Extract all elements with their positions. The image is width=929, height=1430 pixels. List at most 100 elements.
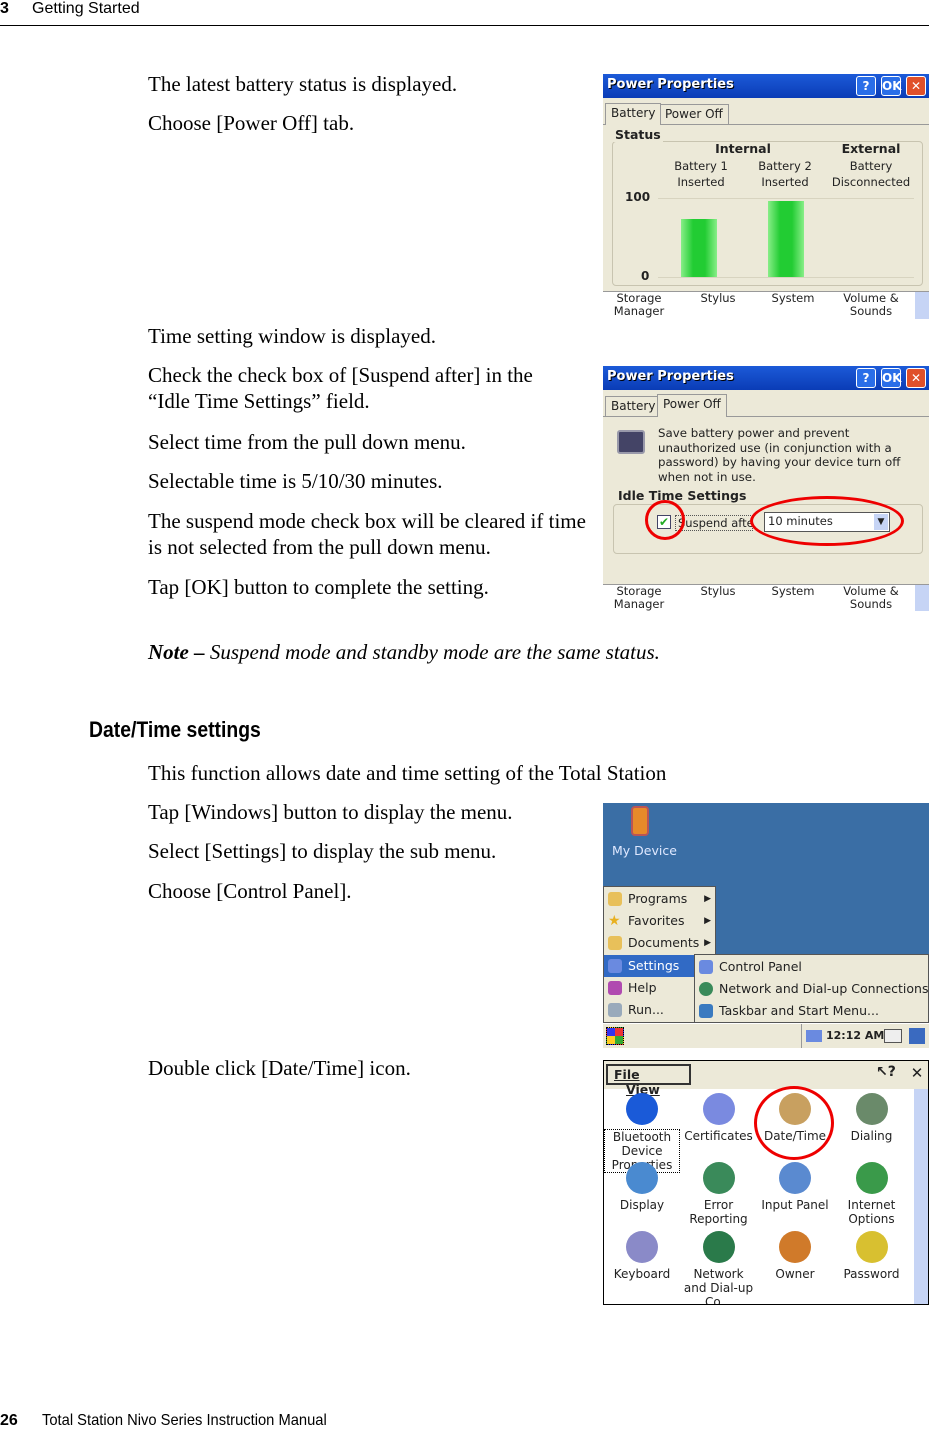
control-panel-strip: Storage Manager Stylus System Volume & S… (603, 291, 929, 319)
control-panel-item-label: Display (619, 1198, 665, 1212)
help-button[interactable]: ? (856, 368, 876, 388)
external-label: External (841, 141, 901, 156)
control-panel-item-icon (702, 1231, 735, 1263)
control-panel-item-label: Password (843, 1267, 900, 1281)
storage-manager-item[interactable]: Storage Manager (609, 292, 669, 318)
control-panel-item-label: Network and Dial-up Co... (683, 1267, 754, 1305)
window-title: Power Properties (607, 369, 734, 384)
paragraph: Choose [Power Off] tab. (148, 111, 355, 135)
my-device-icon[interactable] (631, 806, 649, 836)
control-panel-strip: Storage Manager Stylus System Volume & S… (603, 584, 929, 611)
highlight-circle (645, 500, 685, 540)
help-book-icon (608, 981, 622, 995)
control-panel-item-label: Owner (775, 1267, 815, 1281)
control-panel-item[interactable]: Keyboard (604, 1231, 680, 1281)
menu-bar: File View ↖? ✕ (604, 1061, 928, 1097)
paragraph: The latest battery status is displayed. (148, 72, 458, 96)
menu-documents[interactable]: Documents ▶ (604, 932, 715, 954)
power-off-screenshot: Power Properties ? OK ✕ Battery Power Of… (603, 366, 929, 611)
axis-max: 100 (625, 190, 651, 204)
external-battery-label: Battery Disconnected (831, 159, 911, 189)
system-item[interactable]: System (768, 585, 818, 598)
desktop-icon[interactable] (909, 1028, 925, 1044)
menu-file[interactable]: File (614, 1067, 640, 1082)
paragraph: Tap [OK] button to complete the setting. (148, 575, 489, 599)
paragraph: Tap [Windows] button to display the menu… (148, 800, 513, 824)
tab-battery[interactable]: Battery (605, 103, 662, 125)
scrollbar[interactable] (914, 1089, 928, 1304)
suspend-label[interactable]: Suspend after (675, 515, 753, 531)
windows-start-button[interactable] (606, 1027, 624, 1045)
scrollbar[interactable] (915, 292, 929, 319)
control-panel-item-label: Keyboard (613, 1267, 671, 1281)
paragraph: Selectable time is 5/10/30 minutes. (148, 469, 443, 493)
control-panel-item-label: Certificates (684, 1129, 753, 1143)
menu-favorites[interactable]: ★ Favorites ▶ (604, 910, 715, 932)
clock[interactable]: 12:12 AM (826, 1029, 884, 1042)
help-pointer-icon[interactable]: ↖? (876, 1064, 898, 1085)
close-button[interactable]: ✕ (906, 76, 926, 96)
menu-help[interactable]: Help (604, 977, 694, 999)
close-icon[interactable]: ✕ (907, 1064, 927, 1085)
menu-run[interactable]: Run... (604, 999, 694, 1021)
menu-settings[interactable]: Settings (604, 955, 694, 977)
network-icon (699, 982, 713, 996)
control-panel-item[interactable]: Password (834, 1231, 910, 1281)
stylus-item[interactable]: Stylus (693, 585, 743, 598)
settings-icon (608, 959, 622, 973)
window-title: Power Properties (607, 77, 734, 92)
volume-item[interactable]: Volume & Sounds (836, 292, 906, 318)
battery-2-label: Battery 2 Inserted (758, 159, 812, 189)
chapter-title: Getting Started (32, 0, 140, 17)
paragraph: Double click [Date/Time] icon. (148, 1056, 411, 1080)
control-panel-item[interactable]: Bluetooth Device Properties (604, 1093, 680, 1173)
control-panel-item-icon (779, 1231, 811, 1263)
volume-item[interactable]: Volume & Sounds (836, 585, 906, 611)
tab-battery[interactable]: Battery (605, 396, 662, 416)
control-panel-item[interactable]: Certificates (681, 1093, 757, 1143)
network-status-icon[interactable] (806, 1030, 822, 1042)
ok-button[interactable]: OK (881, 76, 902, 96)
control-panel-item[interactable]: Internet Options (834, 1162, 910, 1226)
keyboard-icon[interactable] (884, 1029, 902, 1043)
chapter-number: 3 (0, 0, 9, 17)
menu-control-panel[interactable]: Control Panel (695, 956, 802, 978)
control-panel-screenshot: File View ↖? ✕ Bluetooth Device Properti… (603, 1060, 929, 1305)
control-panel-item[interactable]: Network and Dial-up Co... (681, 1231, 757, 1305)
note-text: Suspend mode and standby mode are the sa… (204, 640, 660, 664)
control-panel-item[interactable]: Dialing (834, 1093, 910, 1143)
taskbar-icon (699, 1004, 713, 1018)
control-panel-item[interactable]: Owner (757, 1231, 833, 1281)
menu-network[interactable]: Network and Dial-up Connections (695, 978, 928, 1000)
tab-power-off[interactable]: Power Off (657, 394, 727, 417)
system-item[interactable]: System (768, 292, 818, 305)
scrollbar[interactable] (915, 585, 929, 611)
settings-submenu: Control Panel Network and Dial-up Connec… (694, 954, 929, 1023)
control-panel-item[interactable]: Error Reporting (681, 1162, 757, 1226)
help-button[interactable]: ? (856, 76, 876, 96)
control-panel-item[interactable]: Input Panel (757, 1162, 833, 1212)
control-panel-item-icon (855, 1093, 888, 1125)
paragraph: The suspend mode check box will be clear… (148, 509, 586, 559)
status-label: Status (613, 127, 663, 142)
control-panel-item-label: Error Reporting (689, 1198, 748, 1226)
stylus-item[interactable]: Stylus (693, 292, 743, 305)
menu-programs[interactable]: Programs ▶ (604, 888, 715, 910)
ok-button[interactable]: OK (881, 368, 902, 388)
control-panel-item-icon (626, 1231, 658, 1263)
paragraph: Choose [Control Panel]. (148, 879, 352, 903)
laptop-icon (617, 430, 645, 454)
battery-screenshot: Power Properties ? OK ✕ Battery Power Of… (603, 74, 929, 319)
close-button[interactable]: ✕ (906, 368, 926, 388)
programs-icon (608, 892, 622, 906)
tab-power-off[interactable]: Power Off (659, 104, 729, 124)
menu-taskbar[interactable]: Taskbar and Start Menu... (695, 1000, 879, 1022)
control-panel-item-icon (855, 1231, 888, 1263)
page-number: 26 (0, 1412, 18, 1429)
control-panel-item-icon (702, 1093, 735, 1125)
control-panel-item[interactable]: Display (604, 1162, 680, 1212)
my-device-label[interactable]: My Device (612, 843, 677, 858)
control-panel-icon (699, 960, 713, 974)
storage-manager-item[interactable]: Storage Manager (609, 585, 669, 611)
control-panel-item-icon (855, 1162, 888, 1194)
